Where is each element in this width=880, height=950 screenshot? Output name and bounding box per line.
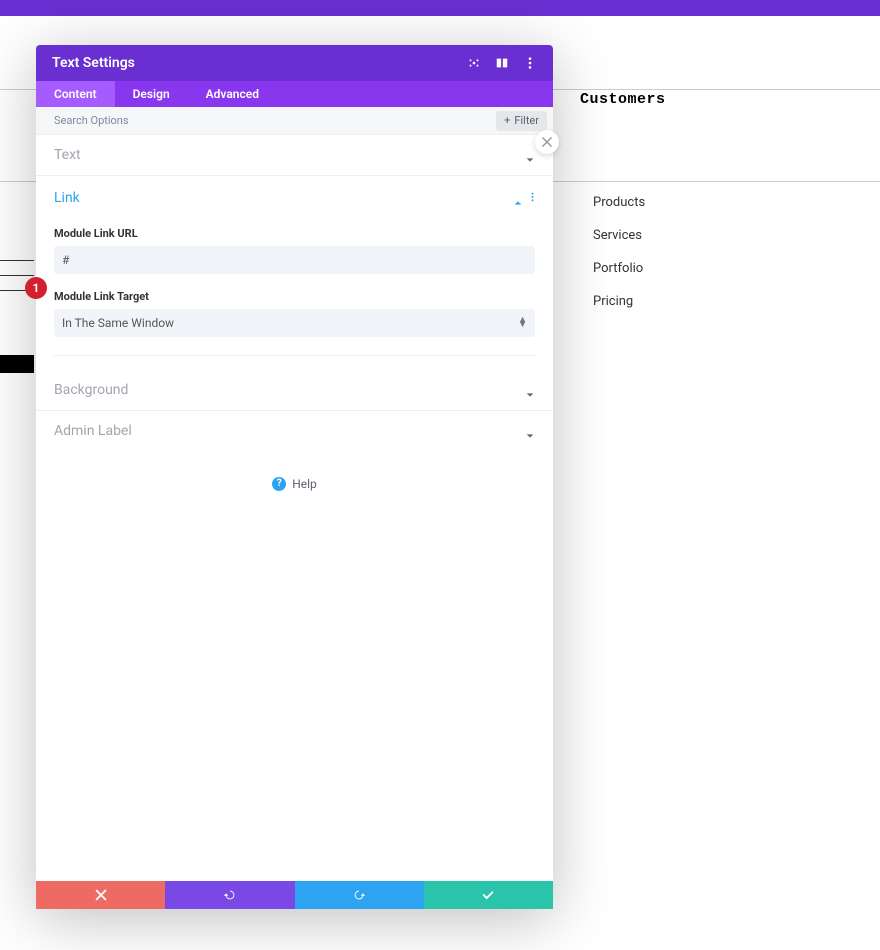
redo-button[interactable] <box>295 881 424 909</box>
module-link-url-input[interactable] <box>54 246 535 274</box>
section-text[interactable]: Text <box>36 135 553 176</box>
responsive-icon[interactable] <box>467 56 481 70</box>
help-label: Help <box>292 477 317 491</box>
redo-icon <box>352 888 366 902</box>
columns-icon[interactable] <box>495 56 509 70</box>
filter-button[interactable]: + Filter <box>496 111 547 131</box>
undo-button[interactable] <box>165 881 294 909</box>
help-icon: ? <box>272 477 286 491</box>
tab-content[interactable]: Content <box>36 81 115 107</box>
side-list-item[interactable]: Services <box>593 228 645 243</box>
plus-icon: + <box>504 114 510 127</box>
text-settings-modal: 1 Text Settings Content Design Advanced … <box>36 45 553 909</box>
module-link-target-label: Module Link Target <box>54 290 535 303</box>
chevron-down-icon <box>525 426 535 436</box>
close-icon <box>94 888 108 902</box>
tab-design[interactable]: Design <box>115 81 188 107</box>
kebab-menu-icon[interactable] <box>531 188 535 207</box>
search-input[interactable]: Search Options <box>54 114 496 127</box>
cancel-button[interactable] <box>36 881 165 909</box>
check-icon <box>481 888 495 902</box>
chevron-down-icon <box>525 385 535 395</box>
select-value: In The Same Window <box>62 316 174 330</box>
kebab-menu-icon[interactable] <box>523 56 537 70</box>
divider <box>54 355 535 356</box>
section-admin-label[interactable]: Admin Label <box>36 411 553 451</box>
undo-icon <box>223 888 237 902</box>
section-link[interactable]: Link <box>36 176 553 219</box>
left-decor-block <box>0 355 34 373</box>
help-row: ? Help <box>36 451 553 515</box>
section-background[interactable]: Background <box>36 370 553 411</box>
tabs: Content Design Advanced <box>36 81 553 107</box>
chevron-up-icon <box>513 193 523 203</box>
panel-body: Text Link Module Link URL Module Link Ta… <box>36 135 553 881</box>
page-heading-customers: Customers <box>580 91 666 108</box>
tab-advanced[interactable]: Advanced <box>188 81 277 107</box>
module-link-url-label: Module Link URL <box>54 227 535 240</box>
top-band <box>0 0 880 16</box>
chevron-down-icon <box>525 150 535 160</box>
modal-header[interactable]: Text Settings <box>36 45 553 81</box>
left-decor-lines <box>0 260 34 341</box>
side-list-item[interactable]: Portfolio <box>593 261 645 276</box>
confirm-button[interactable] <box>424 881 553 909</box>
help-button[interactable]: ? Help <box>272 477 317 491</box>
modal-footer <box>36 881 553 909</box>
modal-title: Text Settings <box>52 55 467 71</box>
annotation-badge-1: 1 <box>25 277 47 299</box>
module-link-target-select[interactable]: In The Same Window ▲▼ <box>54 309 535 337</box>
side-list-item[interactable]: Products <box>593 195 645 210</box>
side-list-item[interactable]: Pricing <box>593 294 645 309</box>
close-modal-button[interactable] <box>535 130 559 154</box>
close-icon <box>541 136 553 148</box>
search-row: Search Options + Filter <box>36 107 553 135</box>
filter-label: Filter <box>514 114 539 127</box>
select-arrows-icon: ▲▼ <box>518 318 527 328</box>
side-list: Products Services Portfolio Pricing <box>593 195 645 327</box>
section-link-content: Module Link URL Module Link Target In Th… <box>36 227 553 370</box>
